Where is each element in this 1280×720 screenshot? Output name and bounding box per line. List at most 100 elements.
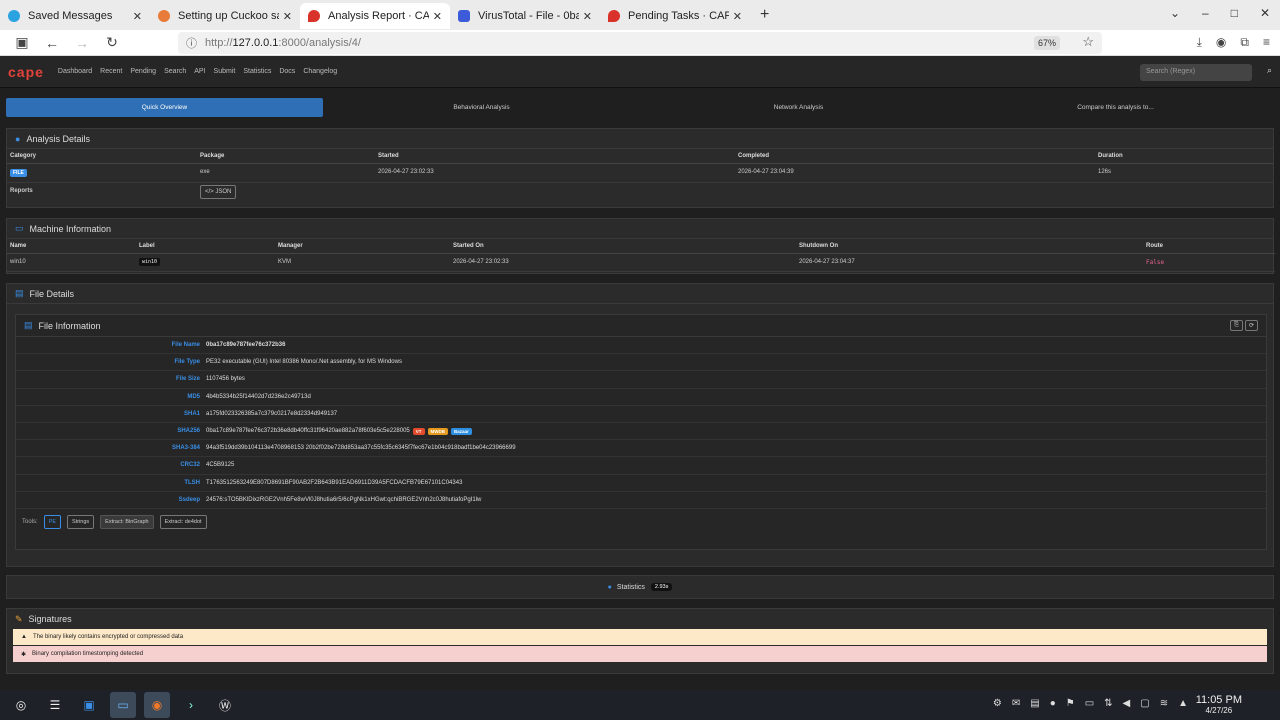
volume-icon[interactable]: ◀ [1123, 698, 1131, 709]
tab-network-analysis[interactable]: Network Analysis [640, 98, 957, 117]
nav-statistics[interactable]: Statistics [243, 68, 271, 75]
extensions-icon[interactable]: ⧉ [1240, 35, 1249, 50]
browser-tab[interactable]: VirusTotal - File - 0ba17c89✕ [450, 3, 600, 29]
file-info-value: 94a3f519dd39b104113e4708968153 20b2f02be… [206, 445, 516, 452]
close-icon[interactable]: ✕ [583, 10, 592, 23]
file-information-card: ▤ File Information ⎘ ⟳ File Name 0ba17c89e… [15, 314, 1267, 550]
nav-api[interactable]: API [194, 68, 205, 75]
machine-table: Name Label Manager Started On Shutdown O… [7, 239, 1275, 272]
bookmark-star-icon[interactable]: ☆ [1082, 34, 1094, 50]
file-info-key: TLSH [184, 479, 200, 486]
display-icon[interactable]: ▭ [1085, 698, 1094, 709]
browser-nav-bar: ▣ ← → ↻ ⓘ http://127.0.0.1:8000/analysis… [0, 30, 1280, 56]
firefox-icon[interactable]: ◉ [144, 692, 170, 718]
account-icon[interactable]: ◉ [1216, 35, 1226, 50]
tray-icon[interactable]: ● [1050, 698, 1056, 709]
close-icon[interactable]: ✕ [283, 10, 292, 23]
tab-behavioral-analysis[interactable]: Behavioral Analysis [323, 98, 640, 117]
chevron-down-icon[interactable]: ⌄ [1170, 6, 1180, 20]
cape-icon [608, 10, 620, 22]
forward-icon[interactable]: → [74, 35, 90, 51]
vm-manager-icon[interactable]: Ⓦ [212, 692, 238, 718]
category-badge: FILE [10, 169, 27, 177]
signature-item[interactable]: ▲ The binary likely contains encrypted or… [13, 629, 1267, 645]
close-icon[interactable]: ✕ [433, 10, 442, 23]
file-info-value: 1107456 bytes [206, 376, 245, 383]
settings-app-icon[interactable]: ☰ [42, 692, 68, 718]
tab-quick-overview[interactable]: Quick Overview [6, 98, 323, 117]
refresh-icon[interactable]: ⟳ [1244, 320, 1258, 331]
sha256-link-bazaar-badge[interactable]: Bazaar [451, 427, 472, 435]
file-info-row: File Name 0ba17c89e787fee76c372b36 [16, 337, 1266, 355]
statistics-time-badge: 2.93s [650, 583, 673, 591]
file-info-row: Ssdeep 24576:sTO5BKlDixzRGE2Vnh5Fe8wVl0J8… [16, 492, 1266, 509]
close-icon[interactable]: ✕ [733, 10, 742, 23]
browser-tab[interactable]: Setting up Cuckoo sandbox✕ [150, 3, 300, 29]
back-icon[interactable]: ← [44, 35, 60, 51]
tray-icon[interactable]: ≋ [1160, 698, 1168, 709]
tray-icon[interactable]: ▢ [1140, 698, 1149, 709]
file-info-table: File Name 0ba17c89e787fee76c372b36 File Ty… [16, 337, 1266, 509]
signature-icon: ✎ [15, 613, 23, 624]
browser-tab[interactable]: Saved Messages ✕ [0, 3, 150, 29]
nav-changelog[interactable]: Changelog [303, 68, 337, 75]
browser-toolbar-right: ⤓ ◉ ⧉ ≡ [1197, 35, 1270, 50]
code-icon: </> [205, 189, 214, 195]
close-icon[interactable]: ✕ [133, 10, 142, 23]
file-info-value: T1763512563249E807D8691BF90AB2F2B643B91E… [206, 479, 463, 486]
json-report-button[interactable]: </> JSON [200, 185, 237, 199]
search-input[interactable]: Search (Regex) [1140, 64, 1252, 81]
search-icon[interactable]: ⌕ [1267, 65, 1272, 76]
nav-docs[interactable]: Docs [279, 68, 295, 75]
cape-logo[interactable]: cape [8, 64, 44, 80]
system-tray: ⚙ ✉ ▤ ● ⚑ ▭ ⇅ ◀ ▢ ≋ ▲ [993, 698, 1188, 709]
zoom-level[interactable]: 67% [1033, 36, 1060, 50]
minimize-icon[interactable]: – [1202, 6, 1209, 20]
maximize-icon[interactable]: □ [1231, 6, 1238, 20]
browser-tab-active[interactable]: Analysis Report · CAPE Sandbox✕ [300, 3, 450, 29]
file-info-value: 4C5B9125 [206, 462, 235, 469]
close-window-icon[interactable]: ✕ [1260, 6, 1270, 20]
tray-icon[interactable]: ✉ [1012, 698, 1020, 709]
bingraph-tool-button[interactable]: Extract: BinGraph [100, 514, 154, 529]
store-app-icon[interactable]: ▣ [76, 692, 102, 718]
sidebar-toggle-icon[interactable]: ▣ [14, 34, 30, 51]
file-info-row: File Size 1107456 bytes [16, 371, 1266, 389]
file-icon: ▤ [15, 288, 24, 298]
signature-item[interactable]: ✱ Binary compilation timestomping detecte… [13, 646, 1267, 662]
clipboard-icon[interactable]: ▤ [1030, 698, 1039, 709]
nav-recent[interactable]: Recent [100, 68, 122, 75]
tray-icon[interactable]: ⚙ [993, 698, 1002, 709]
os-taskbar: ◎ ☰ ▣ ▭ ◉ › Ⓦ ⚙ ✉ ▤ ● ⚑ ▭ ⇅ ◀ ▢ ≋ ▲ 11:0… [0, 690, 1280, 720]
tab-compare[interactable]: Compare this analysis to... [957, 98, 1274, 117]
file-info-key: CRC32 [180, 462, 200, 469]
network-icon[interactable]: ⇅ [1104, 698, 1112, 709]
copy-icon[interactable]: ⎘ [1230, 320, 1243, 331]
reload-icon[interactable]: ↻ [104, 34, 120, 51]
strings-tool-button[interactable]: Strings [67, 514, 95, 529]
site-info-icon[interactable]: ⓘ [186, 35, 197, 51]
menu-icon[interactable]: ≡ [1263, 35, 1270, 50]
download-icon[interactable]: ⤓ [1197, 35, 1202, 50]
tray-expand-icon[interactable]: ▲ [1178, 698, 1188, 709]
cape-icon [308, 10, 320, 22]
browser-tab[interactable]: Pending Tasks · CAPE Sandbox✕ [600, 3, 750, 29]
statistics-bar[interactable]: ● Statistics 2.93s [6, 575, 1274, 599]
new-tab-button[interactable]: + [760, 6, 769, 24]
file-manager-icon[interactable]: ▭ [110, 692, 136, 718]
nav-submit[interactable]: Submit [214, 68, 236, 75]
tray-icon[interactable]: ⚑ [1066, 698, 1075, 709]
nav-search[interactable]: Search [164, 68, 186, 75]
window-controls: ⌄ – □ ✕ [1170, 6, 1270, 20]
nav-dashboard[interactable]: Dashboard [58, 68, 92, 75]
terminal-icon[interactable]: › [178, 692, 204, 718]
url-bar[interactable]: ⓘ http://127.0.0.1:8000/analysis/4/ 67% … [178, 32, 1102, 54]
sha256-link-vt-badge[interactable]: VT [412, 427, 425, 435]
nav-pending[interactable]: Pending [130, 68, 156, 75]
clock[interactable]: 11:05 PM 4/27/26 [1196, 694, 1242, 715]
sha256-link-mwdb-badge[interactable]: MWDB [427, 427, 449, 435]
de4dot-tool-button[interactable]: Extract: de4dot [159, 514, 207, 529]
start-menu-icon[interactable]: ◎ [8, 692, 34, 718]
pe-tool-button[interactable]: PE [43, 514, 62, 529]
machine-info-panel: ▭ Machine Information Name Label Manager … [6, 218, 1275, 274]
